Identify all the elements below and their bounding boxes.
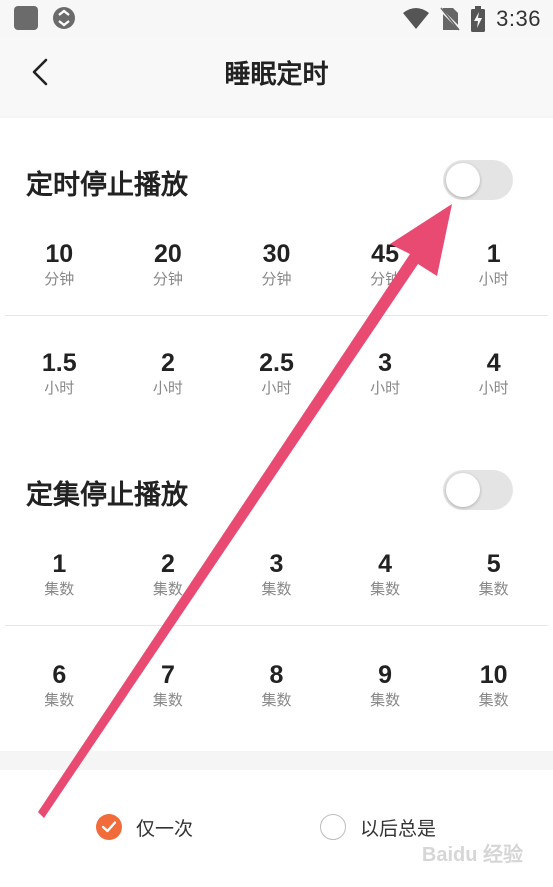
option-unit: 小时 bbox=[370, 380, 401, 397]
notification-app-icon bbox=[14, 6, 38, 30]
episode-option[interactable]: 4 集数 bbox=[331, 550, 440, 600]
repeat-always-label: 以后总是 bbox=[360, 818, 437, 840]
option-value: 30 bbox=[262, 240, 291, 268]
option-unit: 集数 bbox=[261, 581, 292, 598]
timer-option[interactable]: 3 小时 bbox=[331, 349, 440, 399]
no-sim-icon bbox=[440, 7, 461, 31]
episode-option[interactable]: 2 集数 bbox=[114, 550, 223, 600]
option-unit: 小时 bbox=[261, 380, 292, 397]
episode-option[interactable]: 6 集数 bbox=[5, 661, 114, 711]
status-bar: 3:36 bbox=[0, 0, 553, 38]
timer-option[interactable]: 45 分钟 bbox=[331, 240, 440, 290]
radio-unchecked[interactable] bbox=[320, 814, 346, 840]
option-value: 1 bbox=[486, 240, 501, 268]
option-unit: 小时 bbox=[152, 380, 183, 397]
repeat-options: 仅一次 以后总是 bbox=[0, 770, 553, 887]
option-unit: 集数 bbox=[370, 692, 401, 709]
episode-option[interactable]: 1 集数 bbox=[5, 550, 114, 600]
option-value: 45 bbox=[371, 240, 399, 268]
episode-options-row-2: 6 集数 7 集数 8 集数 9 集数 10 集数 bbox=[5, 661, 548, 711]
episode-option[interactable]: 5 集数 bbox=[439, 550, 548, 600]
option-value: 8 bbox=[269, 661, 284, 689]
episode-option[interactable]: 3 集数 bbox=[222, 550, 331, 600]
option-value: 3 bbox=[269, 550, 284, 578]
episode-option[interactable]: 8 集数 bbox=[222, 661, 331, 711]
repeat-always-option[interactable]: 以后总是 bbox=[320, 812, 436, 842]
option-value: 1 bbox=[52, 550, 67, 578]
option-unit: 小时 bbox=[44, 380, 75, 397]
option-value: 2 bbox=[160, 349, 175, 377]
page-title: 睡眠定时 bbox=[224, 59, 329, 89]
timer-option[interactable]: 1 小时 bbox=[439, 240, 548, 290]
episode-option[interactable]: 7 集数 bbox=[114, 661, 223, 711]
timer-options-row-1: 10 分钟 20 分钟 30 分钟 45 分钟 1 小时 bbox=[5, 240, 548, 290]
option-unit: 分钟 bbox=[261, 271, 292, 288]
top-app-bar: 睡眠定时 bbox=[0, 38, 553, 116]
timer-option[interactable]: 1.5 小时 bbox=[5, 349, 114, 399]
option-value: 3 bbox=[378, 349, 393, 377]
option-unit: 集数 bbox=[478, 581, 509, 598]
episode-section-title: 定集停止播放 bbox=[26, 480, 188, 510]
option-value: 5 bbox=[486, 550, 501, 578]
row-divider bbox=[5, 315, 548, 316]
option-value: 4 bbox=[378, 550, 393, 578]
sync-app-icon bbox=[53, 7, 75, 29]
option-value: 4 bbox=[486, 349, 501, 377]
wifi-icon bbox=[403, 8, 430, 29]
option-unit: 分钟 bbox=[44, 271, 75, 288]
option-unit: 分钟 bbox=[152, 271, 183, 288]
toggle-knob bbox=[446, 163, 480, 197]
repeat-once-label: 仅一次 bbox=[136, 818, 194, 840]
timer-option[interactable]: 10 分钟 bbox=[5, 240, 114, 290]
timer-option[interactable]: 4 小时 bbox=[439, 349, 548, 399]
episode-stop-toggle[interactable] bbox=[443, 470, 513, 510]
row-divider bbox=[5, 625, 548, 626]
settings-card: 定时停止播放 10 分钟 20 分钟 30 分钟 45 分钟 1 小时 1.5 小时 2 小时… bbox=[0, 118, 553, 751]
option-value: 1.5 bbox=[41, 349, 77, 377]
episode-option[interactable]: 9 集数 bbox=[331, 661, 440, 711]
option-unit: 小时 bbox=[478, 380, 509, 397]
battery-charging-icon bbox=[471, 6, 486, 32]
timer-section-title: 定时停止播放 bbox=[26, 170, 188, 200]
option-unit: 分钟 bbox=[370, 271, 401, 288]
episode-options-row-1: 1 集数 2 集数 3 集数 4 集数 5 集数 bbox=[5, 550, 548, 600]
option-unit: 集数 bbox=[370, 581, 401, 598]
repeat-once-option[interactable]: 仅一次 bbox=[96, 812, 193, 842]
timer-option[interactable]: 20 分钟 bbox=[114, 240, 223, 290]
watermark-logo: Baidu 经验 bbox=[421, 844, 523, 866]
option-value: 10 bbox=[479, 661, 508, 689]
status-time: 3:36 bbox=[496, 6, 541, 31]
episode-option[interactable]: 10 集数 bbox=[439, 661, 548, 711]
option-value: 7 bbox=[160, 661, 175, 689]
option-unit: 集数 bbox=[44, 692, 75, 709]
option-value: 10 bbox=[45, 240, 74, 268]
option-value: 6 bbox=[52, 661, 67, 689]
checkmark-icon bbox=[101, 821, 117, 833]
timer-stop-toggle[interactable] bbox=[443, 160, 513, 200]
option-unit: 集数 bbox=[152, 581, 183, 598]
option-value: 9 bbox=[378, 661, 393, 689]
option-value: 20 bbox=[153, 240, 182, 268]
timer-option[interactable]: 30 分钟 bbox=[222, 240, 331, 290]
timer-options-row-2: 1.5 小时 2 小时 2.5 小时 3 小时 4 小时 bbox=[5, 349, 548, 399]
timer-option[interactable]: 2 小时 bbox=[114, 349, 223, 399]
option-unit: 集数 bbox=[152, 692, 183, 709]
option-unit: 集数 bbox=[261, 692, 292, 709]
timer-option[interactable]: 2.5 小时 bbox=[222, 349, 331, 399]
radio-checked[interactable] bbox=[96, 814, 122, 840]
option-unit: 集数 bbox=[478, 692, 509, 709]
toggle-knob bbox=[446, 473, 480, 507]
option-unit: 集数 bbox=[44, 581, 75, 598]
option-value: 2 bbox=[160, 550, 175, 578]
option-value: 2.5 bbox=[259, 349, 294, 377]
option-unit: 小时 bbox=[478, 271, 509, 288]
